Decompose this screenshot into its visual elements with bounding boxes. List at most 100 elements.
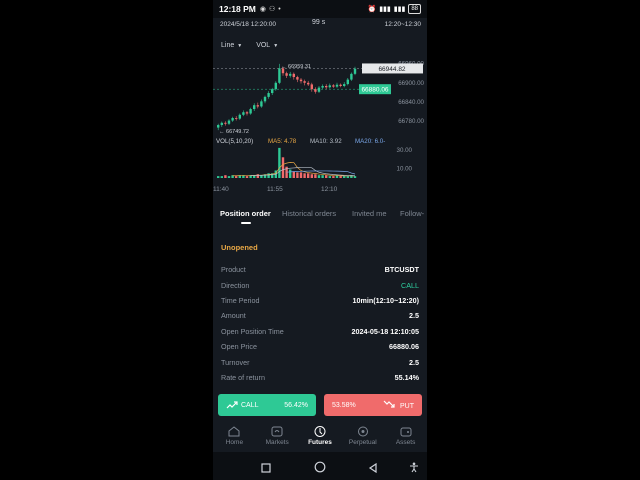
tab-position-order[interactable]: Position order — [220, 209, 271, 218]
home-button-icon[interactable] — [314, 460, 326, 478]
detail-row-open-price: Open Price 66880.06 — [221, 342, 419, 352]
volume-bar — [310, 174, 313, 178]
candle-body — [224, 122, 227, 124]
tab-follow[interactable]: Follow- — [400, 209, 424, 218]
candle-body — [238, 114, 241, 119]
price-axis-label: 66840.00 — [398, 99, 424, 106]
detail-row-open-time: Open Position Time 2024-05-18 12:10:05 — [221, 326, 419, 336]
detail-row-amount: Amount 2.5 — [221, 311, 419, 321]
candle-body — [314, 89, 317, 92]
candle-body — [303, 81, 306, 83]
price-chart[interactable]: 66960.0066900.0066840.0066780.0066944.82… — [213, 58, 427, 198]
volume-legend-label: VOL(5,10,20) — [216, 138, 253, 145]
candle-body — [285, 73, 288, 76]
order-status: Unopened — [221, 243, 258, 252]
tab-historical-orders[interactable]: Historical orders — [282, 209, 336, 218]
signal-icon-2: ▮▮▮ — [393, 6, 406, 13]
chart-period: 12:20~12:30 — [384, 21, 421, 28]
time-axis-label: 11:40 — [213, 186, 229, 193]
candle-body — [335, 84, 339, 87]
call-button[interactable]: CALL 56.42% — [218, 394, 316, 416]
volume-bar — [346, 176, 349, 178]
candle-body — [256, 105, 259, 107]
detail-row-product: Product BTCUSDT — [221, 265, 419, 275]
candle-body — [235, 118, 238, 119]
nav-home[interactable]: Home — [213, 422, 256, 452]
chart-type-select[interactable]: Line ▼ — [221, 42, 242, 49]
high-price-label: ← 66959.31 — [281, 64, 311, 70]
chevron-down-icon: ▼ — [273, 43, 279, 49]
volume-bar — [227, 176, 231, 178]
candle-body — [310, 84, 313, 90]
indicator-select[interactable]: VOL ▼ — [256, 42, 278, 49]
nav-markets[interactable]: Markets — [256, 422, 299, 452]
candle-body — [325, 86, 328, 88]
volume-bar — [296, 172, 299, 178]
recents-icon[interactable] — [261, 460, 271, 478]
volume-bar — [332, 176, 335, 178]
volume-axis-label: 30.00 — [397, 147, 413, 154]
status-time: 12:18 PM — [219, 4, 256, 14]
order-details: Product BTCUSDT Direction CALL Time Period… — [221, 262, 419, 385]
tab-invited-me[interactable]: Invited me — [352, 209, 387, 218]
candle-body — [278, 68, 281, 83]
volume-bar — [328, 176, 331, 178]
candle-body — [253, 105, 256, 110]
volume-bar — [256, 174, 259, 178]
candle-body — [346, 79, 349, 85]
put-button[interactable]: 53.58% PUT — [324, 394, 422, 416]
candle-body — [317, 87, 321, 92]
markets-icon — [271, 426, 283, 437]
candle-body — [353, 68, 357, 74]
put-percent: 53.58% — [332, 401, 356, 409]
perpetual-icon — [357, 426, 369, 437]
chart-selectors: Line ▼ VOL ▼ — [221, 42, 278, 49]
chart-countdown: 99 s — [312, 19, 326, 26]
candle-body — [307, 82, 310, 85]
volume-bar — [278, 147, 281, 178]
candle-body — [231, 118, 234, 121]
candle-body — [339, 84, 342, 86]
volume-bar — [325, 175, 328, 178]
volume-bar — [289, 169, 292, 178]
volume-bar — [224, 175, 227, 178]
detail-row-time-period: Time Period 10min(12:10~12:20) — [221, 295, 419, 305]
volume-bar — [217, 176, 220, 178]
nav-perpetual[interactable]: Perpetual — [341, 422, 384, 452]
home-icon — [228, 426, 240, 437]
chart-datetime: 2024/5/18 12:20:00 — [220, 21, 277, 28]
volume-bar — [220, 176, 223, 178]
nav-assets[interactable]: Assets — [384, 422, 427, 452]
volume-bar — [321, 175, 324, 178]
nav-futures[interactable]: Futures — [299, 422, 342, 452]
put-label: PUT — [400, 403, 414, 410]
candle-body — [267, 93, 270, 97]
call-percent: 56.42% — [284, 401, 308, 409]
call-label: CALL — [241, 401, 259, 409]
volume-bar — [307, 173, 310, 178]
volume-bar — [339, 176, 342, 178]
chart-header: 2024/5/18 12:20:00 99 s 12:20~12:30 — [213, 18, 427, 32]
time-axis-label: 12:10 — [321, 186, 338, 193]
status-right: ⏰ ▮▮▮ ▮▮▮ 88 — [367, 4, 421, 14]
futures-icon — [314, 426, 326, 437]
candle-body — [271, 89, 274, 94]
volume-bar — [299, 172, 303, 178]
back-icon[interactable] — [368, 460, 378, 478]
volume-bar — [292, 171, 295, 178]
volume-bar — [245, 176, 249, 178]
battery-icon: 88 — [408, 4, 421, 14]
volume-legend-ma20: MA20: 6.0- — [355, 138, 385, 145]
candle-body — [289, 73, 292, 76]
time-axis-label: 11:55 — [267, 186, 283, 193]
price-axis-label: 66900.00 — [398, 80, 424, 87]
status-bar: 12:18 PM ◉ ⚇ • ⏰ ▮▮▮ ▮▮▮ 88 — [213, 0, 427, 18]
candle-body — [343, 84, 346, 86]
volume-bar — [235, 176, 238, 178]
candle-body — [260, 101, 263, 107]
accessibility-icon[interactable] — [409, 460, 419, 478]
volume-bar — [303, 173, 306, 178]
volume-bar — [314, 174, 317, 178]
volume-axis-label: 10.00 — [397, 166, 413, 173]
volume-bar — [281, 157, 285, 178]
